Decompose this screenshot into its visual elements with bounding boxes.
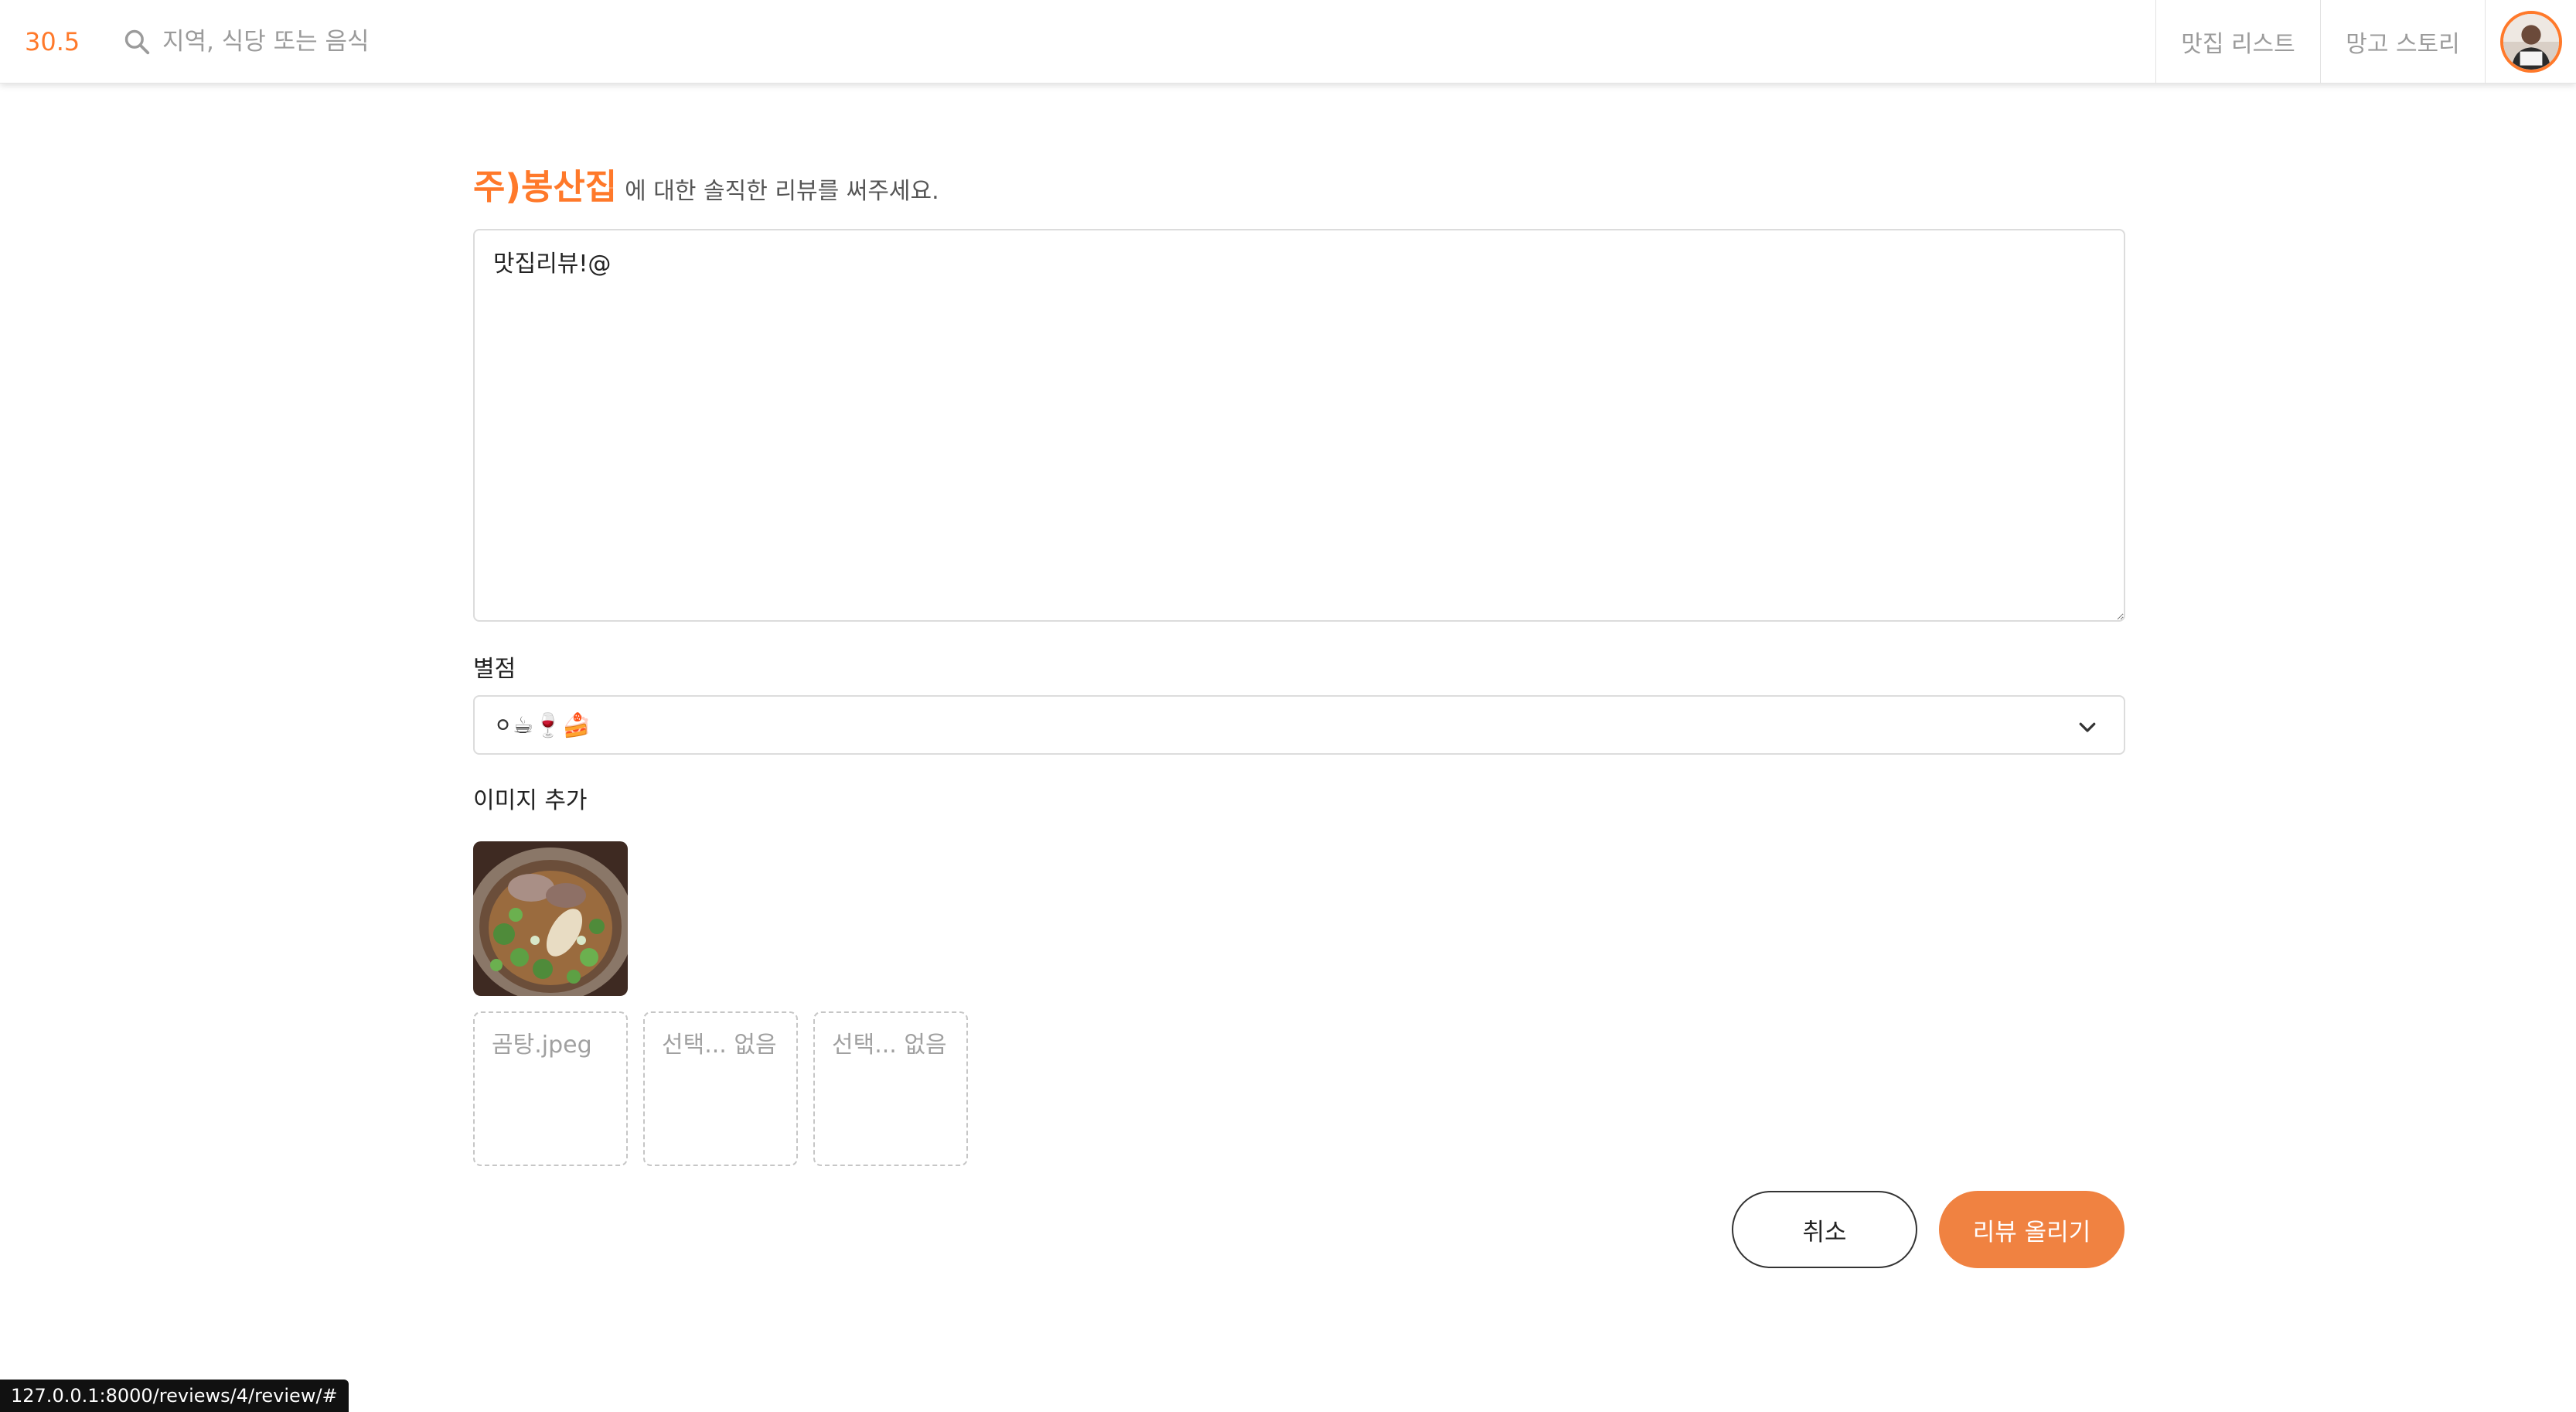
file-slot-3[interactable]: 선택... 없음 bbox=[813, 1011, 968, 1166]
submit-review-button-label: 리뷰 올리기 bbox=[1972, 1218, 2091, 1247]
profile-menu[interactable] bbox=[2485, 0, 2576, 84]
nav-restaurant-list[interactable]: 맛집 리스트 bbox=[2155, 0, 2320, 84]
rating-value: ⚪☕🍷🍰 bbox=[493, 712, 591, 739]
cancel-button-label: 취소 bbox=[1802, 1218, 1847, 1247]
rating-label: 별점 bbox=[473, 656, 516, 683]
rating-select[interactable]: ⚪☕🍷🍰 bbox=[473, 695, 2125, 755]
top-navbar: 30.5 맛집 리스트 망고 스토리 bbox=[0, 0, 2576, 84]
heading-suffix: 에 대한 솔직한 리뷰를 써주세요. bbox=[625, 178, 939, 205]
cancel-button[interactable]: 취소 bbox=[1732, 1191, 1917, 1268]
nav-mango-story[interactable]: 망고 스토리 bbox=[2320, 0, 2485, 84]
nav-mango-story-label: 망고 스토리 bbox=[2346, 31, 2460, 58]
uploaded-image-thumbnail[interactable] bbox=[473, 841, 628, 996]
restaurant-name: 주)봉산집 bbox=[473, 166, 618, 207]
chevron-down-icon bbox=[2079, 722, 2096, 732]
file-slot-2[interactable]: 선택... 없음 bbox=[643, 1011, 798, 1166]
status-bar-url: 127.0.0.1:8000/reviews/4/review/# bbox=[0, 1380, 349, 1412]
food-photo-image bbox=[473, 841, 628, 996]
file-slot-1[interactable]: 곰탕.jpeg bbox=[473, 1011, 628, 1166]
file-slot-2-label: 선택... 없음 bbox=[662, 1032, 777, 1059]
review-textarea[interactable]: 맛집리뷰!@ bbox=[473, 229, 2125, 622]
search-input[interactable] bbox=[162, 23, 858, 60]
file-slot-3-label: 선택... 없음 bbox=[832, 1032, 947, 1059]
search-icon bbox=[124, 29, 150, 55]
logo[interactable]: 30.5 bbox=[25, 26, 80, 57]
file-slot-1-label: 곰탕.jpeg bbox=[492, 1032, 592, 1059]
submit-review-button[interactable]: 리뷰 올리기 bbox=[1939, 1191, 2125, 1268]
avatar bbox=[2499, 11, 2562, 73]
nav-restaurant-list-label: 맛집 리스트 bbox=[2181, 31, 2295, 58]
image-upload-label: 이미지 추가 bbox=[473, 787, 588, 814]
review-heading: 주)봉산집 에 대한 솔직한 리뷰를 써주세요. bbox=[473, 159, 939, 209]
